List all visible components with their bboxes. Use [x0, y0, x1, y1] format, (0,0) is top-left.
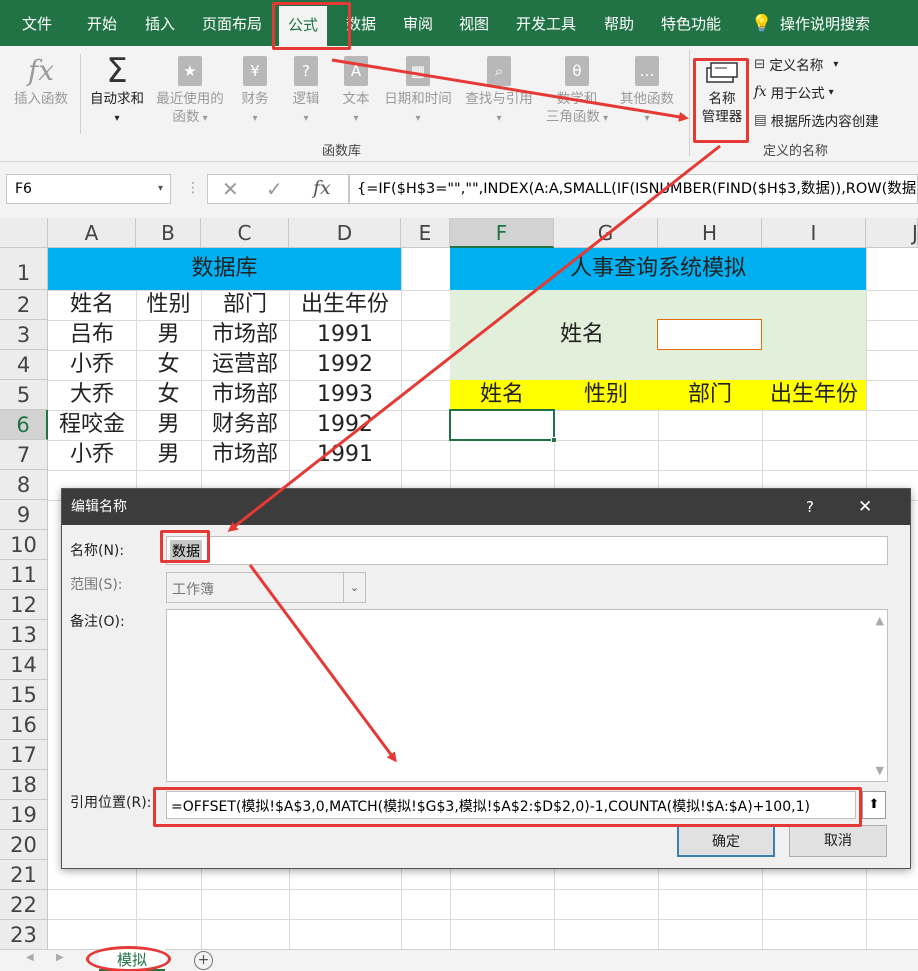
annotation-arrows [227, 58, 721, 763]
arrow-to-name-field [227, 144, 721, 532]
excel-window: 文件 开始 插入 页面布局 公式 数据 审阅 视图 开发工具 帮助 特色功能 💡… [0, 0, 918, 971]
arrow-to-refers-to [248, 564, 397, 763]
arrow-to-name-manager [331, 58, 689, 122]
